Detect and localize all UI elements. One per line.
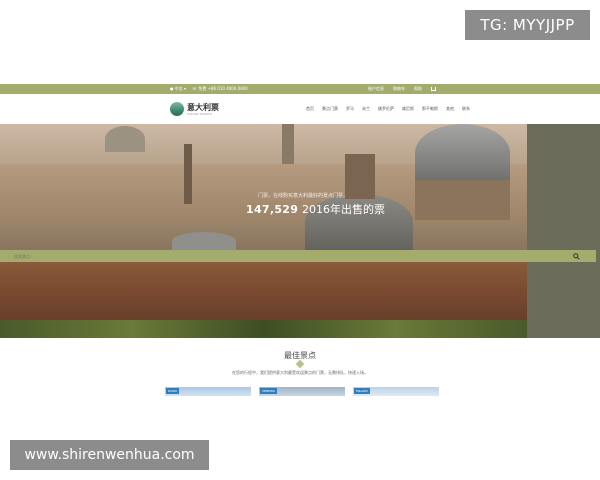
nav-item-milan[interactable]: 米兰	[362, 106, 370, 112]
ticket-count-label: 2016年出售的票	[302, 203, 386, 216]
card-tag: ROMA	[166, 388, 180, 394]
nav-item-naples[interactable]: 那不勒斯	[422, 106, 438, 112]
account-link[interactable]: 账户信息	[368, 86, 384, 92]
search-input[interactable]	[14, 251, 554, 261]
section-description: 在您的行程中，我们提供意大利最受欢迎景点的门票，无需排队，快速入场。	[232, 370, 368, 375]
dome-small	[172, 232, 236, 250]
ticket-count-value: 147,529	[246, 203, 299, 216]
nav-item-rome[interactable]: 罗马	[346, 106, 354, 112]
search-icon[interactable]	[572, 252, 580, 260]
tower-center	[282, 124, 294, 164]
language-selector[interactable]: ● 中文 ▾	[170, 86, 186, 92]
hero-ticket-count: 147,529 2016年出售的票	[246, 201, 385, 217]
nav-item-contact[interactable]: 联系	[462, 106, 470, 112]
nav-item-other[interactable]: 其他	[446, 106, 454, 112]
nav-item-venice[interactable]: 威尼斯	[402, 106, 414, 112]
watermark-tg: TG: MYYJJPP	[465, 10, 590, 40]
top-utility-bar: ● 中文 ▾ ☏ 免费 +86 010 4006 0800 账户信息 购物车 帮…	[0, 84, 600, 94]
logo-text: 意大利票 ITALIAN TICKETS	[187, 103, 219, 116]
page: ● 中文 ▾ ☏ 免费 +86 010 4006 0800 账户信息 购物车 帮…	[0, 0, 600, 480]
attraction-card[interactable]: ROMA	[165, 387, 251, 396]
hero-side-panel	[527, 124, 600, 338]
attraction-card[interactable]: MILANO	[353, 387, 439, 396]
attraction-cards: ROMA VENEZIA MILANO	[165, 387, 439, 396]
search-bar	[0, 250, 596, 262]
dome-right	[415, 124, 510, 182]
topbar-left: ● 中文 ▾ ☏ 免费 +86 010 4006 0800	[170, 86, 248, 92]
nav-item-tickets[interactable]: 景点门票	[322, 106, 338, 112]
hero-cityscape-image	[0, 124, 527, 338]
nav-item-florence[interactable]: 佛罗伦萨	[378, 106, 394, 112]
trees	[0, 320, 527, 338]
drum-mid	[345, 154, 375, 199]
topbar-right: 账户信息 购物车 帮助	[368, 86, 436, 92]
spire-left	[184, 144, 192, 204]
logo-subtitle: ITALIAN TICKETS	[187, 111, 212, 116]
main-nav: 首页 景点门票 罗马 米兰 佛罗伦萨 威尼斯 那不勒斯 其他 联系	[306, 106, 470, 112]
section-divider-icon	[295, 359, 305, 369]
hero-tagline: 门票，在线购买意大利最好的景点门票。	[258, 193, 349, 199]
card-tag: MILANO	[354, 388, 370, 394]
site-logo[interactable]: 意大利票 ITALIAN TICKETS	[170, 102, 219, 116]
attraction-card[interactable]: VENEZIA	[259, 387, 345, 396]
cart-link[interactable]: 购物车	[393, 86, 405, 92]
logo-icon	[170, 102, 184, 116]
site-header: 意大利票 ITALIAN TICKETS 首页 景点门票 罗马 米兰 佛罗伦萨 …	[0, 94, 600, 124]
nav-item-home[interactable]: 首页	[306, 106, 314, 112]
phone-contact: ☏ 免费 +86 010 4006 0800	[192, 86, 248, 91]
logo-title: 意大利票	[187, 102, 219, 112]
card-tag: VENEZIA	[260, 388, 278, 394]
dome-left	[105, 126, 145, 152]
cart-icon[interactable]	[431, 87, 436, 91]
watermark-site: www.shirenwenhua.com	[10, 440, 209, 470]
help-link[interactable]: 帮助	[414, 86, 422, 92]
hero-banner: 门票，在线购买意大利最好的景点门票。 147,529 2016年出售的票	[0, 124, 600, 338]
dome-right-base	[415, 180, 510, 220]
